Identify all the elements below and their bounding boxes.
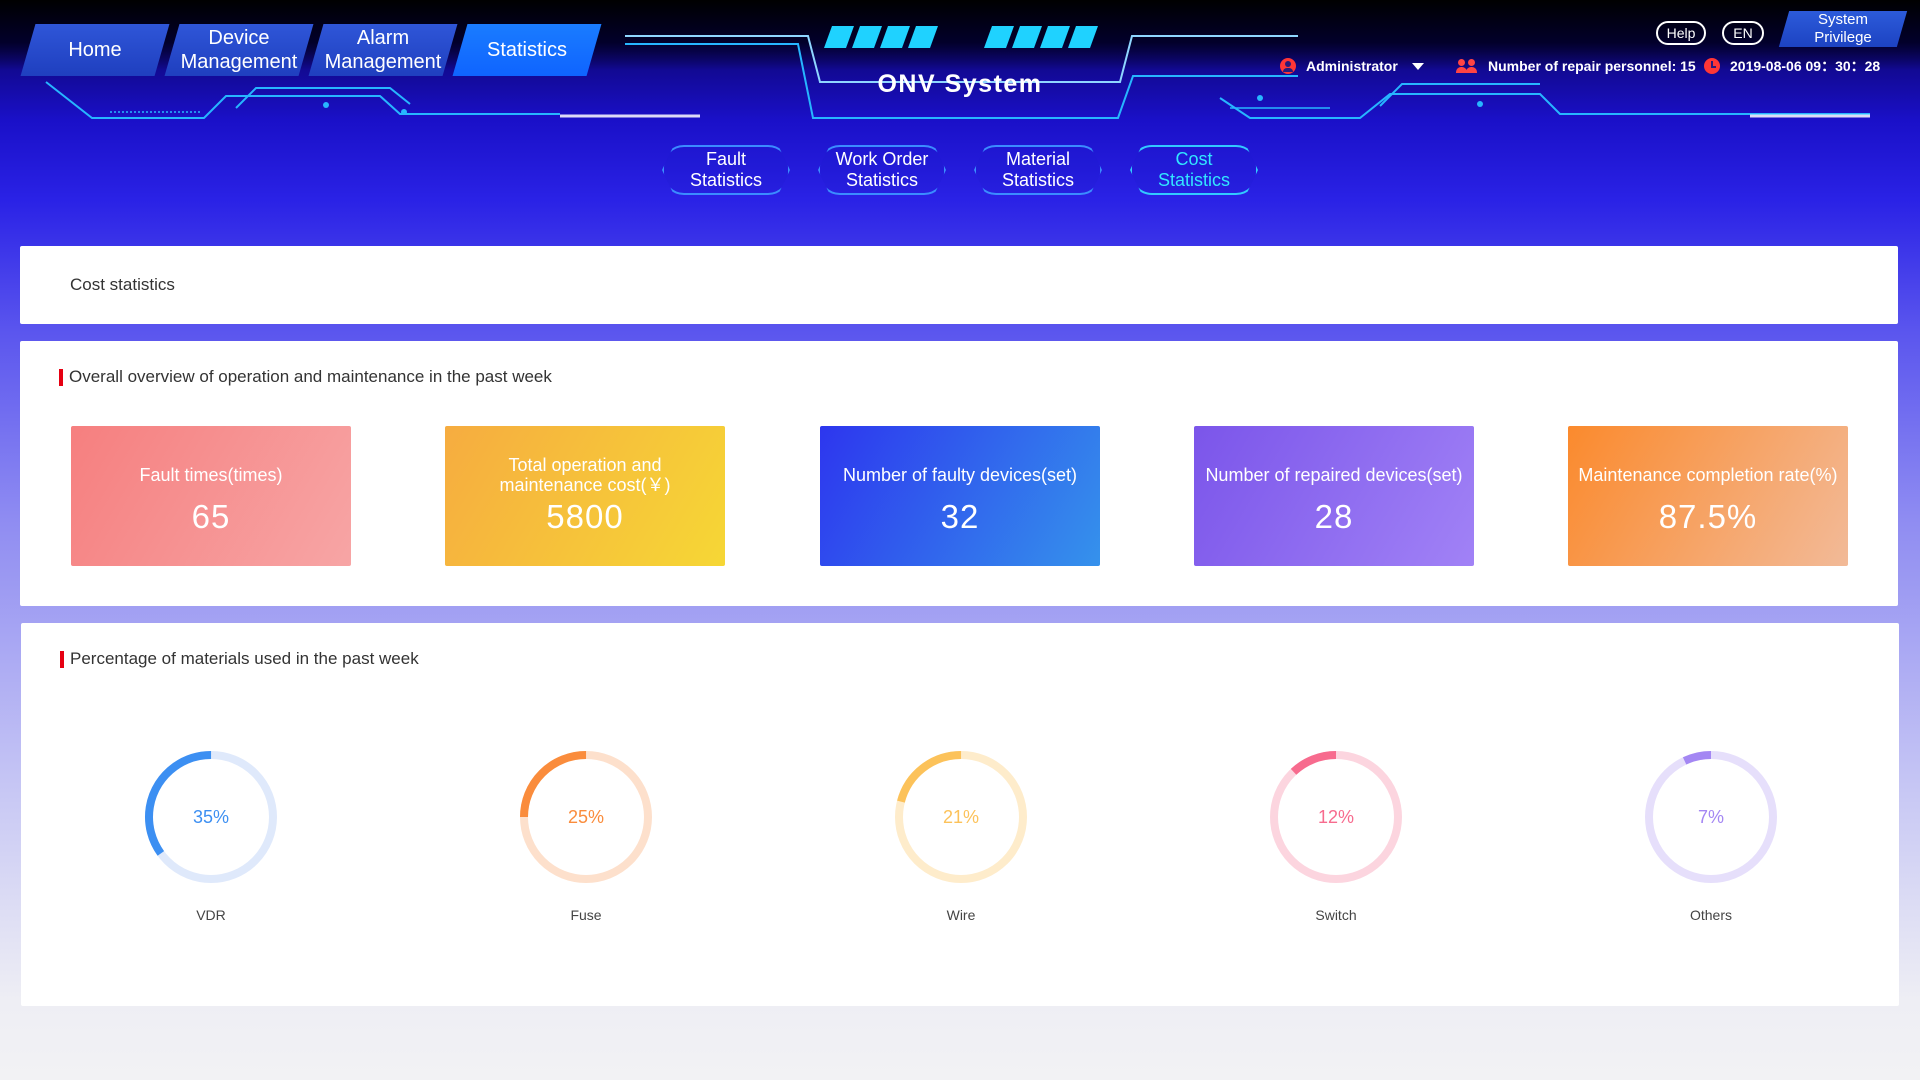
donut-chart-fuse: 25% [520,751,652,883]
stat-card-label: Number of repaired devices(set) [1205,465,1463,485]
materials-section-title-text: Percentage of materials used in the past… [70,649,419,668]
materials-section-title: Percentage of materials used in the past… [60,649,419,669]
donut-name-label: Switch [1315,907,1357,923]
nav-tab-home-label: Home [68,39,122,61]
stat-card-faulty-devices: Number of faulty devices(set) 32 [820,426,1100,566]
donut-name-label: VDR [196,907,226,923]
system-privilege-button[interactable]: System Privilege [1778,11,1908,47]
subtab-work-order-statistics[interactable]: Work Order Statistics [818,145,946,195]
stat-card-value: 32 [940,498,980,535]
stat-card-fault-times: Fault times(times) 65 [71,426,351,566]
system-privilege-label: System Privilege [1814,11,1872,46]
donut-chart-wire: 21% [895,751,1027,883]
subtab-cost-statistics[interactable]: Cost Statistics [1130,145,1258,195]
chevron-down-icon [1411,62,1424,70]
donut-chart-vdr: 35% [145,751,277,883]
subtab-fault-statistics[interactable]: Fault Statistics [662,145,790,195]
subtab-fault-statistics-label: Fault Statistics [689,149,763,190]
page-heading-panel: Cost statistics [20,246,1898,324]
subtab-material-statistics-label: Material Statistics [1001,149,1075,190]
overview-section-title-text: Overall overview of operation and mainte… [69,367,552,386]
nav-tab-statistics-label: Statistics [486,39,568,61]
stat-card-value: 5800 [546,498,624,535]
subtab-material-statistics[interactable]: Material Statistics [974,145,1102,195]
subtab-work-order-statistics-label: Work Order Statistics [835,149,929,190]
section-marker [60,650,64,668]
datetime-info: 2019-08-06 09：30：28 [1704,56,1880,76]
nav-tab-alarm-management-label: Alarm Management [324,27,442,73]
language-button[interactable]: EN [1722,21,1764,45]
page-heading: Cost statistics [70,275,175,294]
stat-card-label: Total operation and maintenance cost(￥) [499,455,671,495]
repair-personnel-count: Number of repair personnel: 15 [1488,58,1696,74]
subtab-cost-statistics-label: Cost Statistics [1157,149,1231,190]
nav-tab-home[interactable]: Home [20,24,170,76]
nav-tab-device-management[interactable]: Device Management [164,24,314,76]
repair-personnel-info: Number of repair personnel: 15 [1456,56,1696,76]
stat-card-repaired-devices: Number of repaired devices(set) 28 [1194,426,1474,566]
nav-tab-alarm-management[interactable]: Alarm Management [308,24,458,76]
nav-tab-statistics[interactable]: Statistics [452,24,602,76]
donut-percent-label: 25% [568,807,604,827]
stat-card-label: Number of faulty devices(set) [842,465,1078,485]
stat-card-label: Maintenance completion rate(%) [1578,465,1838,485]
overview-section-title: Overall overview of operation and mainte… [59,367,552,387]
donut-percent-label: 35% [193,807,229,827]
donut-chart-others: 7% [1645,751,1777,884]
app-title: ONV System [877,70,1043,98]
section-marker [59,368,63,386]
donut-percent-label: 21% [943,807,979,827]
donut-name-label: Fuse [570,907,602,923]
donut-percent-label: 12% [1318,807,1354,827]
user-menu[interactable]: Administrator [1280,56,1424,76]
donut-percent-label: 7% [1698,807,1724,827]
clock-icon [1704,58,1720,74]
stat-card-total-cost: Total operation and maintenance cost(￥) … [445,426,725,566]
stat-card-label: Fault times(times) [139,465,283,485]
donut-chart-switch: 12% [1270,751,1402,883]
nav-tab-device-management-label: Device Management [180,27,298,73]
stat-card-value: 28 [1314,498,1354,535]
people-icon [1456,58,1480,74]
stat-card-value: 65 [191,498,231,535]
stat-card-completion-rate: Maintenance completion rate(%) 87.5% [1568,426,1848,566]
donut-name-label: Wire [946,907,976,923]
help-button[interactable]: Help [1656,21,1706,45]
stat-card-value: 87.5% [1658,498,1758,535]
user-name: Administrator [1306,58,1398,74]
current-datetime: 2019-08-06 09：30：28 [1730,58,1881,74]
user-icon [1280,58,1296,74]
donut-name-label: Others [1689,907,1732,923]
